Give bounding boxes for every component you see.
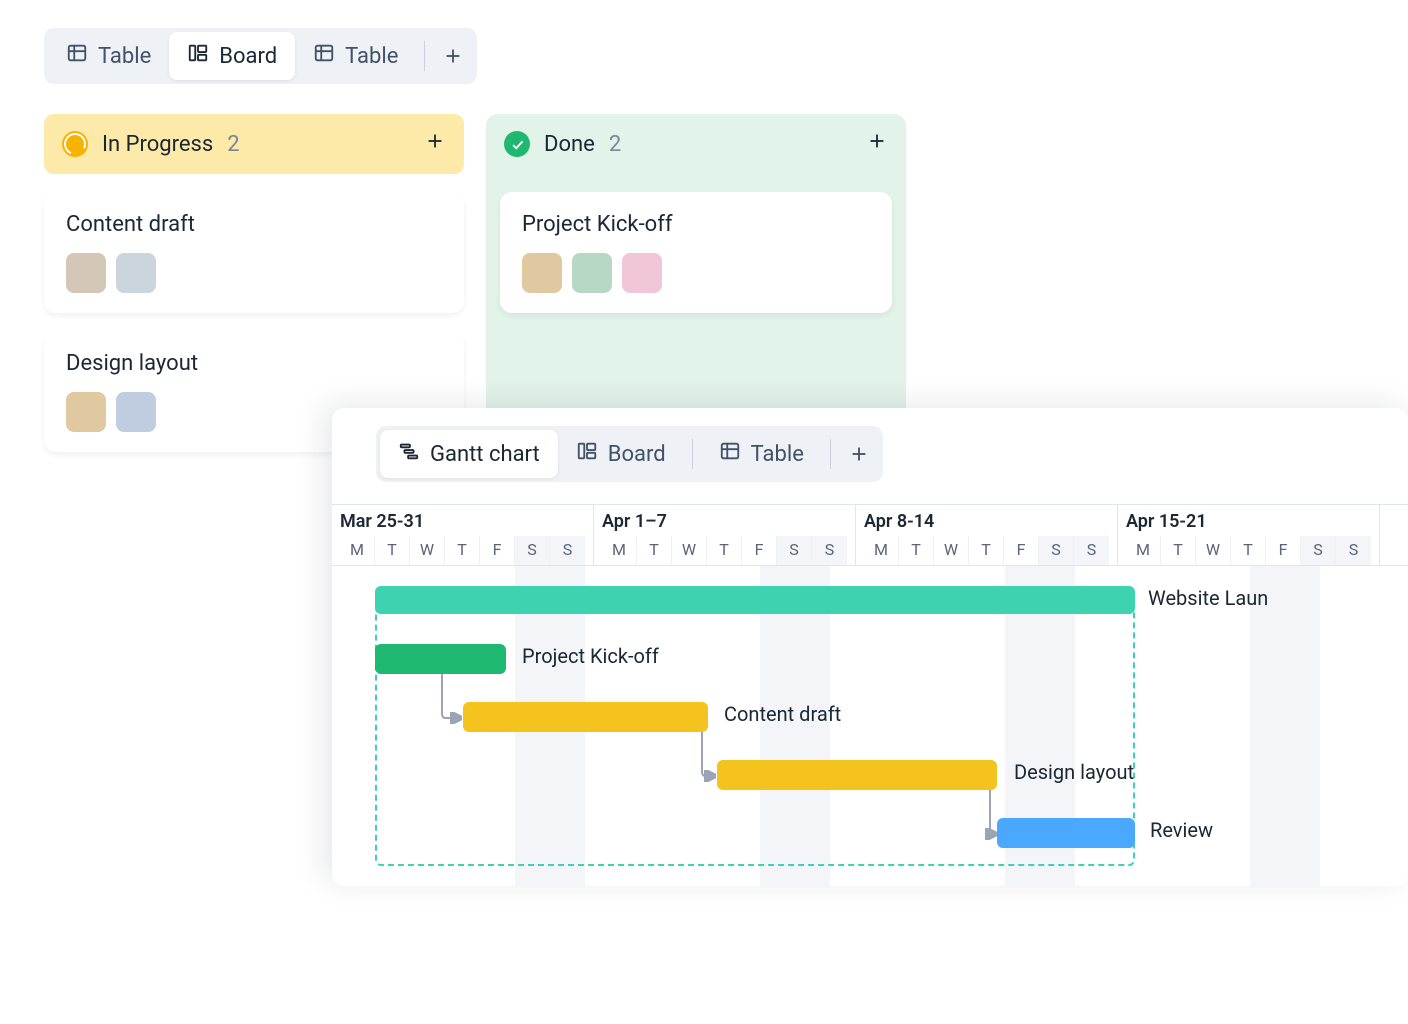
tab-separator (424, 41, 425, 71)
column-title: In Progress (102, 132, 213, 157)
tab-label: Gantt chart (430, 442, 540, 467)
day-cell: W (934, 536, 969, 565)
card-title: Project Kick-off (522, 212, 870, 237)
board-icon (187, 42, 209, 70)
progress-icon (62, 131, 88, 157)
avatar[interactable] (572, 253, 612, 293)
week-column: Apr 15-21MTWTFSS (1118, 505, 1380, 565)
day-cell: T (707, 536, 742, 565)
table-icon (719, 440, 741, 468)
column-count: 2 (609, 132, 621, 157)
avatar[interactable] (522, 253, 562, 293)
week-column: Mar 25-31MTWTFSS (332, 505, 594, 565)
avatar-group (522, 253, 870, 293)
column-count: 2 (227, 132, 239, 157)
day-cell: W (410, 536, 445, 565)
avatar[interactable] (66, 392, 106, 432)
gantt-tabbar: Gantt chart Board Table (376, 426, 883, 482)
day-cell: S (1301, 536, 1336, 565)
week-label: Mar 25-31 (340, 511, 585, 536)
top-tabbar: Table Board Table (44, 28, 477, 84)
day-cell: F (480, 536, 515, 565)
day-cell: F (742, 536, 777, 565)
day-cell: T (375, 536, 410, 565)
column-header-in-progress[interactable]: In Progress 2 (44, 114, 464, 174)
day-cell: T (637, 536, 672, 565)
week-column: Apr 1–7MTWTFSS (594, 505, 856, 565)
week-label: Apr 8-14 (864, 511, 1109, 536)
day-cell: S (777, 536, 812, 565)
board-icon (576, 440, 598, 468)
avatar[interactable] (116, 253, 156, 293)
day-cell: W (672, 536, 707, 565)
tab-label: Board (608, 442, 666, 467)
tab-label: Table (98, 44, 151, 69)
day-cell: F (1266, 536, 1301, 565)
tab-table-1[interactable]: Table (48, 32, 169, 80)
gantt-chart-area[interactable]: Website Laun Project Kick-off Content dr… (332, 566, 1408, 886)
tab-board[interactable]: Board (558, 430, 684, 478)
day-cell: S (515, 536, 550, 565)
day-cell: T (969, 536, 1004, 565)
day-cell: S (1039, 536, 1074, 565)
avatar[interactable] (622, 253, 662, 293)
day-cell: T (899, 536, 934, 565)
table-icon (313, 42, 335, 70)
tab-board[interactable]: Board (169, 32, 295, 80)
day-cell: S (1074, 536, 1109, 565)
column-title: Done (544, 132, 595, 157)
card-project-kickoff[interactable]: Project Kick-off (500, 192, 892, 313)
day-cell: M (1126, 536, 1161, 565)
day-cell: W (1196, 536, 1231, 565)
column-done: Done 2 Project Kick-off (486, 114, 906, 452)
avatar[interactable] (116, 392, 156, 432)
tab-separator (692, 439, 693, 469)
table-icon (66, 42, 88, 70)
avatar[interactable] (66, 253, 106, 293)
column-in-progress: In Progress 2 Content draft Design layou… (44, 114, 464, 452)
add-card-button[interactable] (866, 130, 888, 158)
add-card-button[interactable] (424, 130, 446, 158)
timeline-header: Mar 25-31MTWTFSSApr 1–7MTWTFSSApr 8-14MT… (332, 504, 1408, 566)
day-cell: M (864, 536, 899, 565)
day-cell: S (1336, 536, 1371, 565)
week-label: Apr 1–7 (602, 511, 847, 536)
gantt-icon (398, 440, 420, 468)
gantt-panel: Gantt chart Board Table Mar 25-31MTWTFSS… (332, 408, 1408, 886)
tab-gantt[interactable]: Gantt chart (380, 430, 558, 478)
day-cell: S (812, 536, 847, 565)
day-cell: T (445, 536, 480, 565)
day-cell: M (602, 536, 637, 565)
day-cell: M (340, 536, 375, 565)
add-view-button[interactable] (433, 36, 473, 76)
board-area: In Progress 2 Content draft Design layou… (44, 114, 906, 452)
card-title: Content draft (66, 212, 442, 237)
day-cell: F (1004, 536, 1039, 565)
tab-table[interactable]: Table (701, 430, 822, 478)
add-view-button[interactable] (839, 434, 879, 474)
check-icon (504, 131, 530, 157)
day-cell: T (1161, 536, 1196, 565)
day-cell: S (550, 536, 585, 565)
column-header-done[interactable]: Done 2 (486, 114, 906, 174)
avatar-group (66, 253, 442, 293)
card-title: Design layout (66, 351, 442, 376)
tab-label: Board (219, 44, 277, 69)
tab-separator (830, 439, 831, 469)
card-content-draft[interactable]: Content draft (44, 192, 464, 313)
tab-label: Table (345, 44, 398, 69)
day-cell: T (1231, 536, 1266, 565)
tab-table-2[interactable]: Table (295, 32, 416, 80)
week-label: Apr 15-21 (1126, 511, 1371, 536)
dependency-arrows (332, 566, 1408, 886)
week-column: Apr 8-14MTWTFSS (856, 505, 1118, 565)
tab-label: Table (751, 442, 804, 467)
